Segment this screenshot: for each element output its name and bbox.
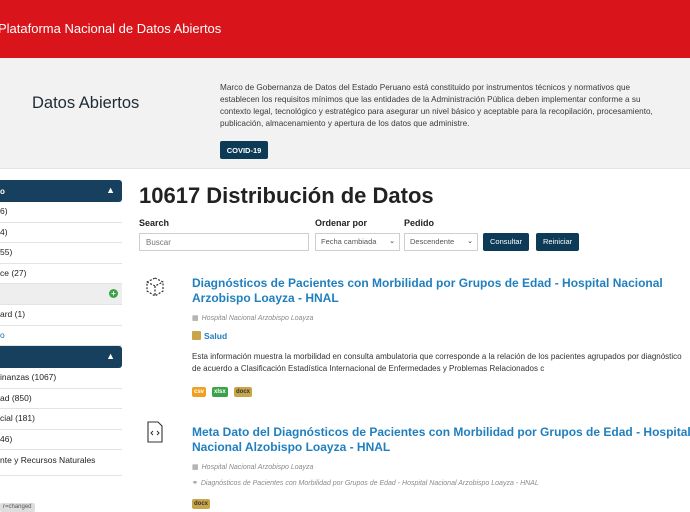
- order-direction-label: Pedido: [404, 218, 435, 228]
- chevron-up-icon[interactable]: ▲: [106, 185, 115, 195]
- dataset-item: Diagnósticos de Pacientes con Morbilidad…: [139, 276, 690, 406]
- dataset-category[interactable]: Salud: [192, 331, 227, 341]
- page-title: 10617 Distribución de Datos: [139, 183, 434, 208]
- dataset-related[interactable]: ⚭ Diagnósticos de Pacientes con Morbilida…: [192, 479, 539, 487]
- sidebar-subsection-header[interactable]: +: [0, 284, 122, 305]
- order-direction-value: Descendente: [410, 237, 455, 246]
- dataset-description: Esta información muestra la morbilidad e…: [192, 352, 682, 373]
- chevron-down-icon: ⌄: [389, 238, 395, 245]
- hero-title: Datos Abiertos: [32, 94, 140, 112]
- format-badge-docx[interactable]: docx: [234, 387, 253, 397]
- sidebar-item[interactable]: inanzas (1067): [0, 368, 122, 389]
- category-icon: [192, 331, 201, 340]
- dataset-category-name: Salud: [204, 331, 228, 341]
- format-badge-csv[interactable]: csv: [192, 387, 207, 397]
- order-select-value: Fecha cambiada: [321, 237, 377, 246]
- dataset-title[interactable]: Meta Dato del Diagnósticos de Pacientes …: [192, 425, 690, 454]
- dataset-org: ▦ Hospital Nacional Arzobispo Loayza: [192, 463, 313, 471]
- format-badge-docx[interactable]: docx: [192, 499, 211, 509]
- sidebar-item[interactable]: 55): [0, 243, 122, 264]
- sidebar-item[interactable]: ce (27): [0, 264, 122, 284]
- order-direction-select[interactable]: Descendente ⌄: [404, 233, 478, 251]
- covid-button[interactable]: COVID-19: [220, 141, 268, 159]
- sidebar-item[interactable]: 6): [0, 202, 122, 223]
- search-label: Search: [139, 218, 170, 228]
- sidebar-item[interactable]: nte y Recursos Naturales: [0, 450, 122, 476]
- dataset-org-name: Hospital Nacional Arzobispo Loayza: [201, 315, 314, 322]
- sidebar-section-label: o: [0, 187, 5, 196]
- dataset-org: ▦ Hospital Nacional Arzobispo Loayza: [192, 314, 313, 322]
- cube-icon: [146, 277, 164, 297]
- sidebar-item[interactable]: 46): [0, 430, 122, 450]
- hero-description: Marco de Gobernanza de Datos del Estado …: [220, 83, 653, 128]
- building-icon: ▦: [192, 464, 199, 471]
- plus-icon[interactable]: +: [109, 289, 118, 298]
- search-input[interactable]: [139, 233, 309, 251]
- filter-sidebar: o ▲ 6) 4) 55) ce (27) + ard (1) o ▲ inan…: [0, 180, 122, 476]
- sidebar-item[interactable]: 4): [0, 223, 122, 243]
- order-label: Ordenar por: [315, 218, 368, 228]
- dataset-item: Meta Dato del Diagnósticos de Pacientes …: [139, 421, 690, 512]
- hero-banner: Datos Abiertos Marco de Gobernanza de Da…: [0, 58, 690, 169]
- sidebar-item[interactable]: ard (1): [0, 305, 122, 326]
- reset-button[interactable]: Reiniciar: [536, 233, 580, 251]
- site-title[interactable]: Plataforma Nacional de Datos Abiertos: [0, 21, 221, 36]
- top-header: Plataforma Nacional de Datos Abiertos: [0, 0, 690, 58]
- building-icon: ▦: [192, 315, 199, 322]
- sidebar-link[interactable]: o: [0, 326, 122, 346]
- dataset-org-name: Hospital Nacional Arzobispo Loayza: [201, 464, 314, 471]
- code-file-icon: [147, 421, 163, 443]
- chevron-up-icon[interactable]: ▲: [106, 351, 115, 361]
- sidebar-item[interactable]: cial (181): [0, 409, 122, 430]
- dataset-title[interactable]: Diagnósticos de Pacientes con Morbilidad…: [192, 276, 690, 305]
- submit-button[interactable]: Consultar: [483, 233, 530, 251]
- link-icon: ⚭: [192, 480, 198, 487]
- sidebar-section-header[interactable]: o ▲: [0, 180, 122, 202]
- format-badge-xlsx[interactable]: xlsx: [212, 387, 228, 397]
- order-select[interactable]: Fecha cambiada ⌄: [315, 233, 400, 251]
- chevron-down-icon: ⌄: [467, 238, 473, 245]
- sidebar-item[interactable]: ad (850): [0, 389, 122, 409]
- active-filter-tag[interactable]: r=changed: [0, 503, 35, 512]
- dataset-related-name: Diagnósticos de Pacientes con Morbilidad…: [200, 480, 539, 487]
- sidebar-section-header[interactable]: ▲: [0, 346, 122, 368]
